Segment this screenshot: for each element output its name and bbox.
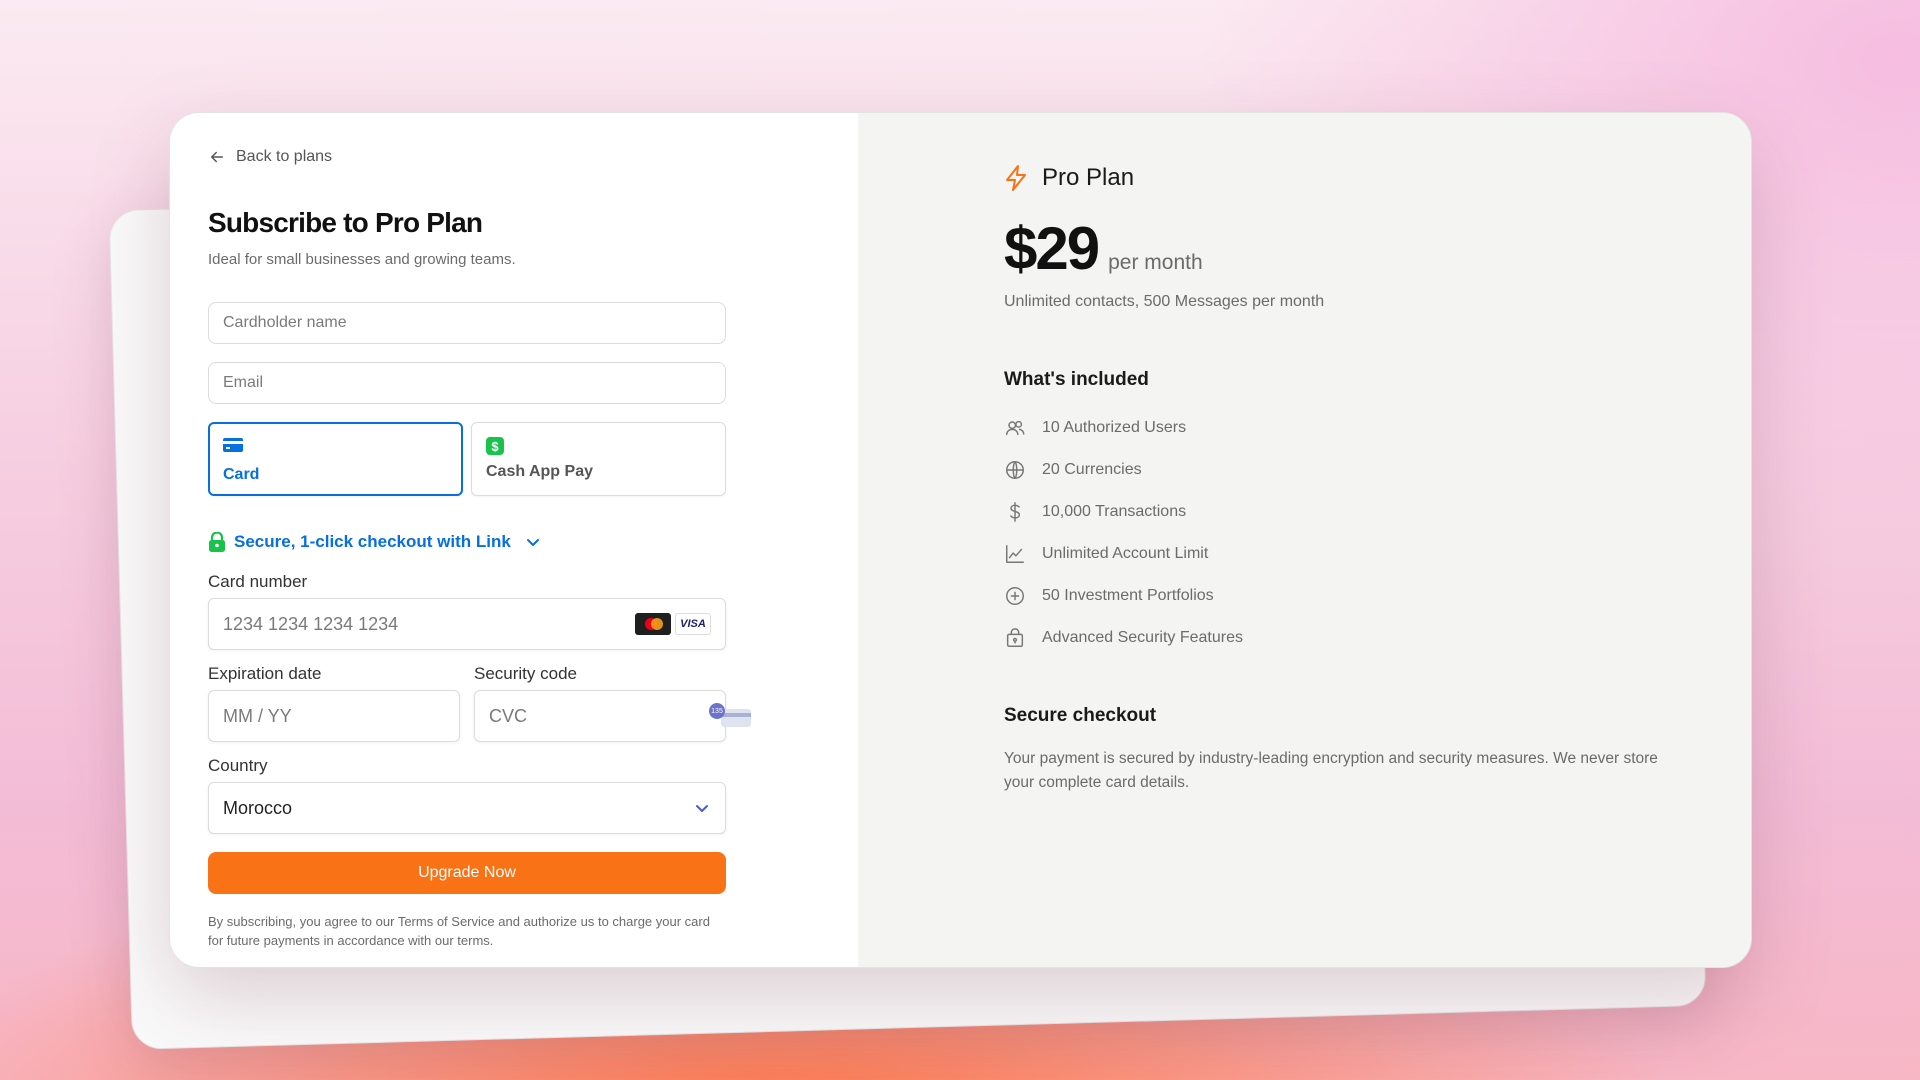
feature-label: 50 Investment Portfolios: [1042, 587, 1214, 604]
plan-price: $29: [1004, 215, 1100, 282]
country-label: Country: [208, 756, 268, 775]
lock-icon: [209, 532, 225, 552]
feature-label: 10,000 Transactions: [1042, 503, 1187, 520]
mastercard-icon: [635, 613, 671, 635]
feature-label: Advanced Security Features: [1042, 629, 1243, 646]
expiration-group: Expiration date: [208, 664, 460, 742]
checkout-form: Back to plans Subscribe to Pro Plan Idea…: [170, 113, 858, 967]
tab-card-label: Card: [223, 466, 260, 483]
feature-item: 10,000 Transactions: [1004, 491, 1751, 533]
whats-included-heading: What's included: [1004, 369, 1149, 390]
feature-item: Unlimited Account Limit: [1004, 533, 1751, 575]
feature-item: 20 Currencies: [1004, 449, 1751, 491]
card-brands: VISA: [635, 613, 711, 635]
back-to-plans-link[interactable]: Back to plans: [208, 143, 820, 171]
cardholder-name-input[interactable]: [208, 302, 726, 344]
credit-card-icon: [223, 438, 243, 452]
expiry-cvc-row: Expiration date Security code 135: [208, 664, 820, 742]
cash-app-icon: $: [486, 437, 504, 455]
plan-period: per month: [1108, 251, 1203, 274]
secure-checkout-heading: Secure checkout: [1004, 705, 1157, 726]
terms-text: By subscribing, you agree to our Terms o…: [208, 914, 710, 948]
feature-item: 10 Authorized Users: [1004, 407, 1751, 449]
expiration-label: Expiration date: [208, 664, 322, 683]
card-number-field: VISA: [208, 598, 726, 650]
tab-cash-app-pay[interactable]: $ Cash App Pay: [471, 422, 726, 496]
security-code-group: Security code 135: [474, 664, 751, 742]
plus-circle-icon: [1006, 587, 1024, 605]
email-input[interactable]: [208, 362, 726, 404]
feature-item: 50 Investment Portfolios: [1004, 575, 1751, 617]
feature-label: Unlimited Account Limit: [1042, 545, 1209, 562]
arrow-left-icon: [211, 151, 223, 163]
feature-list: 10 Authorized Users 20 Currencies 10,000…: [1004, 407, 1751, 659]
link-checkout-toggle[interactable]: Secure, 1-click checkout with Link: [208, 530, 820, 554]
security-code-field: 135: [474, 690, 751, 742]
plan-description: Unlimited contacts, 500 Messages per mon…: [1004, 293, 1325, 310]
upgrade-now-button[interactable]: Upgrade Now: [208, 852, 726, 894]
payment-method-tabs: Card $ Cash App Pay: [208, 422, 820, 496]
cvc-badge: 135: [709, 703, 725, 719]
tab-cash-app-label: Cash App Pay: [486, 463, 593, 480]
plan-summary: Pro Plan $29 per month Unlimited contact…: [858, 113, 1751, 967]
plan-header: Pro Plan: [1004, 163, 1751, 193]
chevron-down-icon: [696, 805, 708, 812]
checkout-modal: Back to plans Subscribe to Pro Plan Idea…: [169, 112, 1752, 968]
dollar-icon: [1010, 502, 1021, 522]
page-title: Subscribe to Pro Plan: [208, 207, 483, 238]
feature-label: 10 Authorized Users: [1042, 419, 1187, 436]
tab-card[interactable]: Card: [208, 422, 463, 496]
feature-label: 20 Currencies: [1042, 461, 1142, 478]
lock-bag-icon: [1006, 628, 1024, 647]
card-number-input[interactable]: [223, 613, 635, 635]
back-to-plans-label: Back to plans: [236, 148, 333, 165]
expiration-field: [208, 690, 460, 742]
security-code-label: Security code: [474, 664, 577, 683]
chart-line-icon: [1006, 545, 1024, 563]
lightning-bolt-icon: [1006, 165, 1026, 191]
card-number-label: Card number: [208, 572, 308, 591]
globe-icon: [1006, 461, 1024, 479]
expiration-input[interactable]: [223, 705, 455, 727]
secure-checkout-text: Your payment is secured by industry-lead…: [1004, 750, 1658, 791]
users-icon: [1006, 420, 1025, 436]
plan-name: Pro Plan: [1042, 164, 1135, 191]
chevron-down-icon: [526, 539, 539, 546]
link-checkout-label: Secure, 1-click checkout with Link: [234, 532, 511, 551]
visa-icon: VISA: [675, 613, 711, 635]
page-subtitle: Ideal for small businesses and growing t…: [208, 251, 516, 268]
country-select[interactable]: Morocco: [208, 782, 726, 834]
country-value: Morocco: [223, 797, 293, 818]
price-row: $29 per month: [1004, 217, 1751, 281]
security-code-input[interactable]: [489, 705, 721, 727]
feature-item: Advanced Security Features: [1004, 617, 1751, 659]
